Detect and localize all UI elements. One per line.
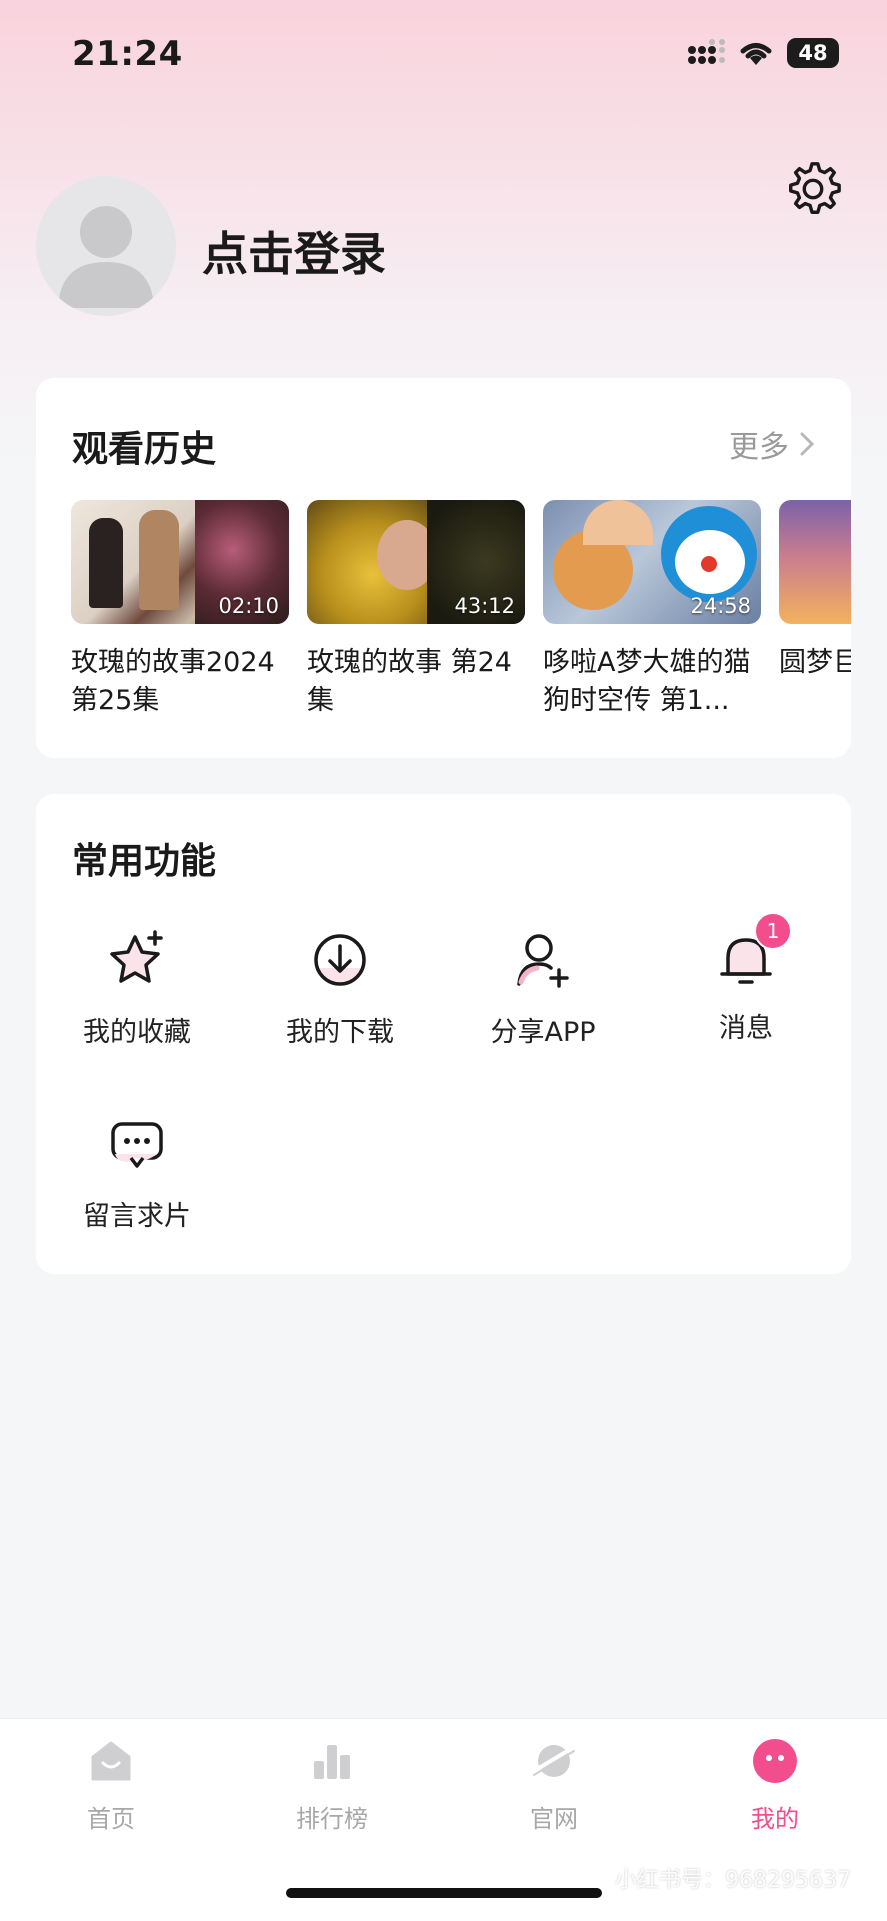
- video-title: 玫瑰的故事 第24集: [307, 647, 512, 716]
- tab-profile[interactable]: 我的: [705, 1737, 845, 1834]
- watermark-text: 小红书号：968295637: [615, 1868, 851, 1893]
- tab-ranking-label: 排行榜: [296, 1805, 368, 1833]
- chat-icon: [111, 1122, 163, 1168]
- battery-indicator: 48: [787, 38, 839, 68]
- request-video-button[interactable]: 留言求片: [57, 1112, 217, 1233]
- avatar[interactable]: [36, 176, 176, 316]
- login-link[interactable]: 点击登录: [202, 218, 386, 284]
- more-label: 更多: [729, 430, 789, 465]
- video-duration: 24:58: [690, 594, 751, 618]
- status-icons: 48: [687, 38, 839, 68]
- wifi-icon: [740, 43, 772, 65]
- watch-history-card: 观看历史 更多 02:10 玫瑰的故事2024 第25集 43:12 玫瑰的故事…: [36, 378, 851, 758]
- video-thumbnail: 02:10: [71, 500, 289, 624]
- functions-title: 常用功能: [72, 841, 217, 882]
- video-thumbnail: 24:58: [543, 500, 761, 624]
- video-duration: 02:10: [218, 594, 279, 618]
- settings-gear-icon[interactable]: [782, 158, 844, 220]
- tab-website-label: 官网: [530, 1805, 578, 1833]
- default-avatar-icon: [58, 206, 154, 308]
- add-user-icon: [517, 934, 569, 988]
- video-title: 圆梦巨人: [779, 647, 851, 678]
- status-time: 21:24: [72, 34, 183, 74]
- star-icon: [110, 930, 163, 983]
- chevron-right-icon: [800, 432, 815, 456]
- video-title: 玫瑰的故事2024 第25集: [71, 647, 275, 716]
- status-bar: 21:24 48: [0, 0, 887, 110]
- favorites-button[interactable]: 我的收藏: [57, 928, 217, 1049]
- history-item[interactable]: 24:58 哆啦A梦大雄的猫狗时空传 第1...: [543, 500, 761, 720]
- history-more-link[interactable]: 更多: [729, 422, 815, 466]
- tab-home-label: 首页: [87, 1805, 135, 1833]
- share-app-button[interactable]: 分享APP: [463, 928, 623, 1049]
- history-title: 观看历史: [72, 429, 217, 470]
- tab-ranking[interactable]: 排行榜: [262, 1737, 402, 1834]
- video-title: 哆啦A梦大雄的猫狗时空传 第1...: [543, 647, 751, 716]
- video-thumbnail: [779, 500, 851, 624]
- messages-label: 消息: [719, 1013, 773, 1044]
- tab-profile-label: 我的: [751, 1805, 799, 1833]
- messages-button[interactable]: 1 消息: [666, 912, 826, 1045]
- signal-icon: [688, 39, 725, 64]
- message-count-badge: 1: [754, 912, 792, 950]
- favorites-label: 我的收藏: [83, 1017, 191, 1048]
- common-functions-card: 常用功能 我的收藏 我的下载 分享APP 1 消息 留言求片: [36, 794, 851, 1274]
- ranking-icon: [314, 1745, 350, 1779]
- tab-home[interactable]: 首页: [41, 1737, 181, 1834]
- request-video-label: 留言求片: [83, 1201, 191, 1232]
- downloads-button[interactable]: 我的下载: [260, 928, 420, 1049]
- history-item[interactable]: 圆梦巨人: [779, 500, 851, 682]
- downloads-label: 我的下载: [286, 1017, 394, 1048]
- download-icon: [314, 934, 366, 986]
- home-indicator: [286, 1888, 602, 1898]
- planet-icon: [532, 1745, 576, 1777]
- video-duration: 43:12: [454, 594, 515, 618]
- bell-icon-wrapper: 1: [714, 912, 792, 992]
- home-icon: [91, 1741, 131, 1781]
- profile-icon: [753, 1739, 797, 1783]
- share-app-label: 分享APP: [490, 1017, 596, 1048]
- tab-website[interactable]: 官网: [484, 1737, 624, 1834]
- history-item[interactable]: 02:10 玫瑰的故事2024 第25集: [71, 500, 289, 720]
- history-item[interactable]: 43:12 玫瑰的故事 第24集: [307, 500, 525, 720]
- video-thumbnail: 43:12: [307, 500, 525, 624]
